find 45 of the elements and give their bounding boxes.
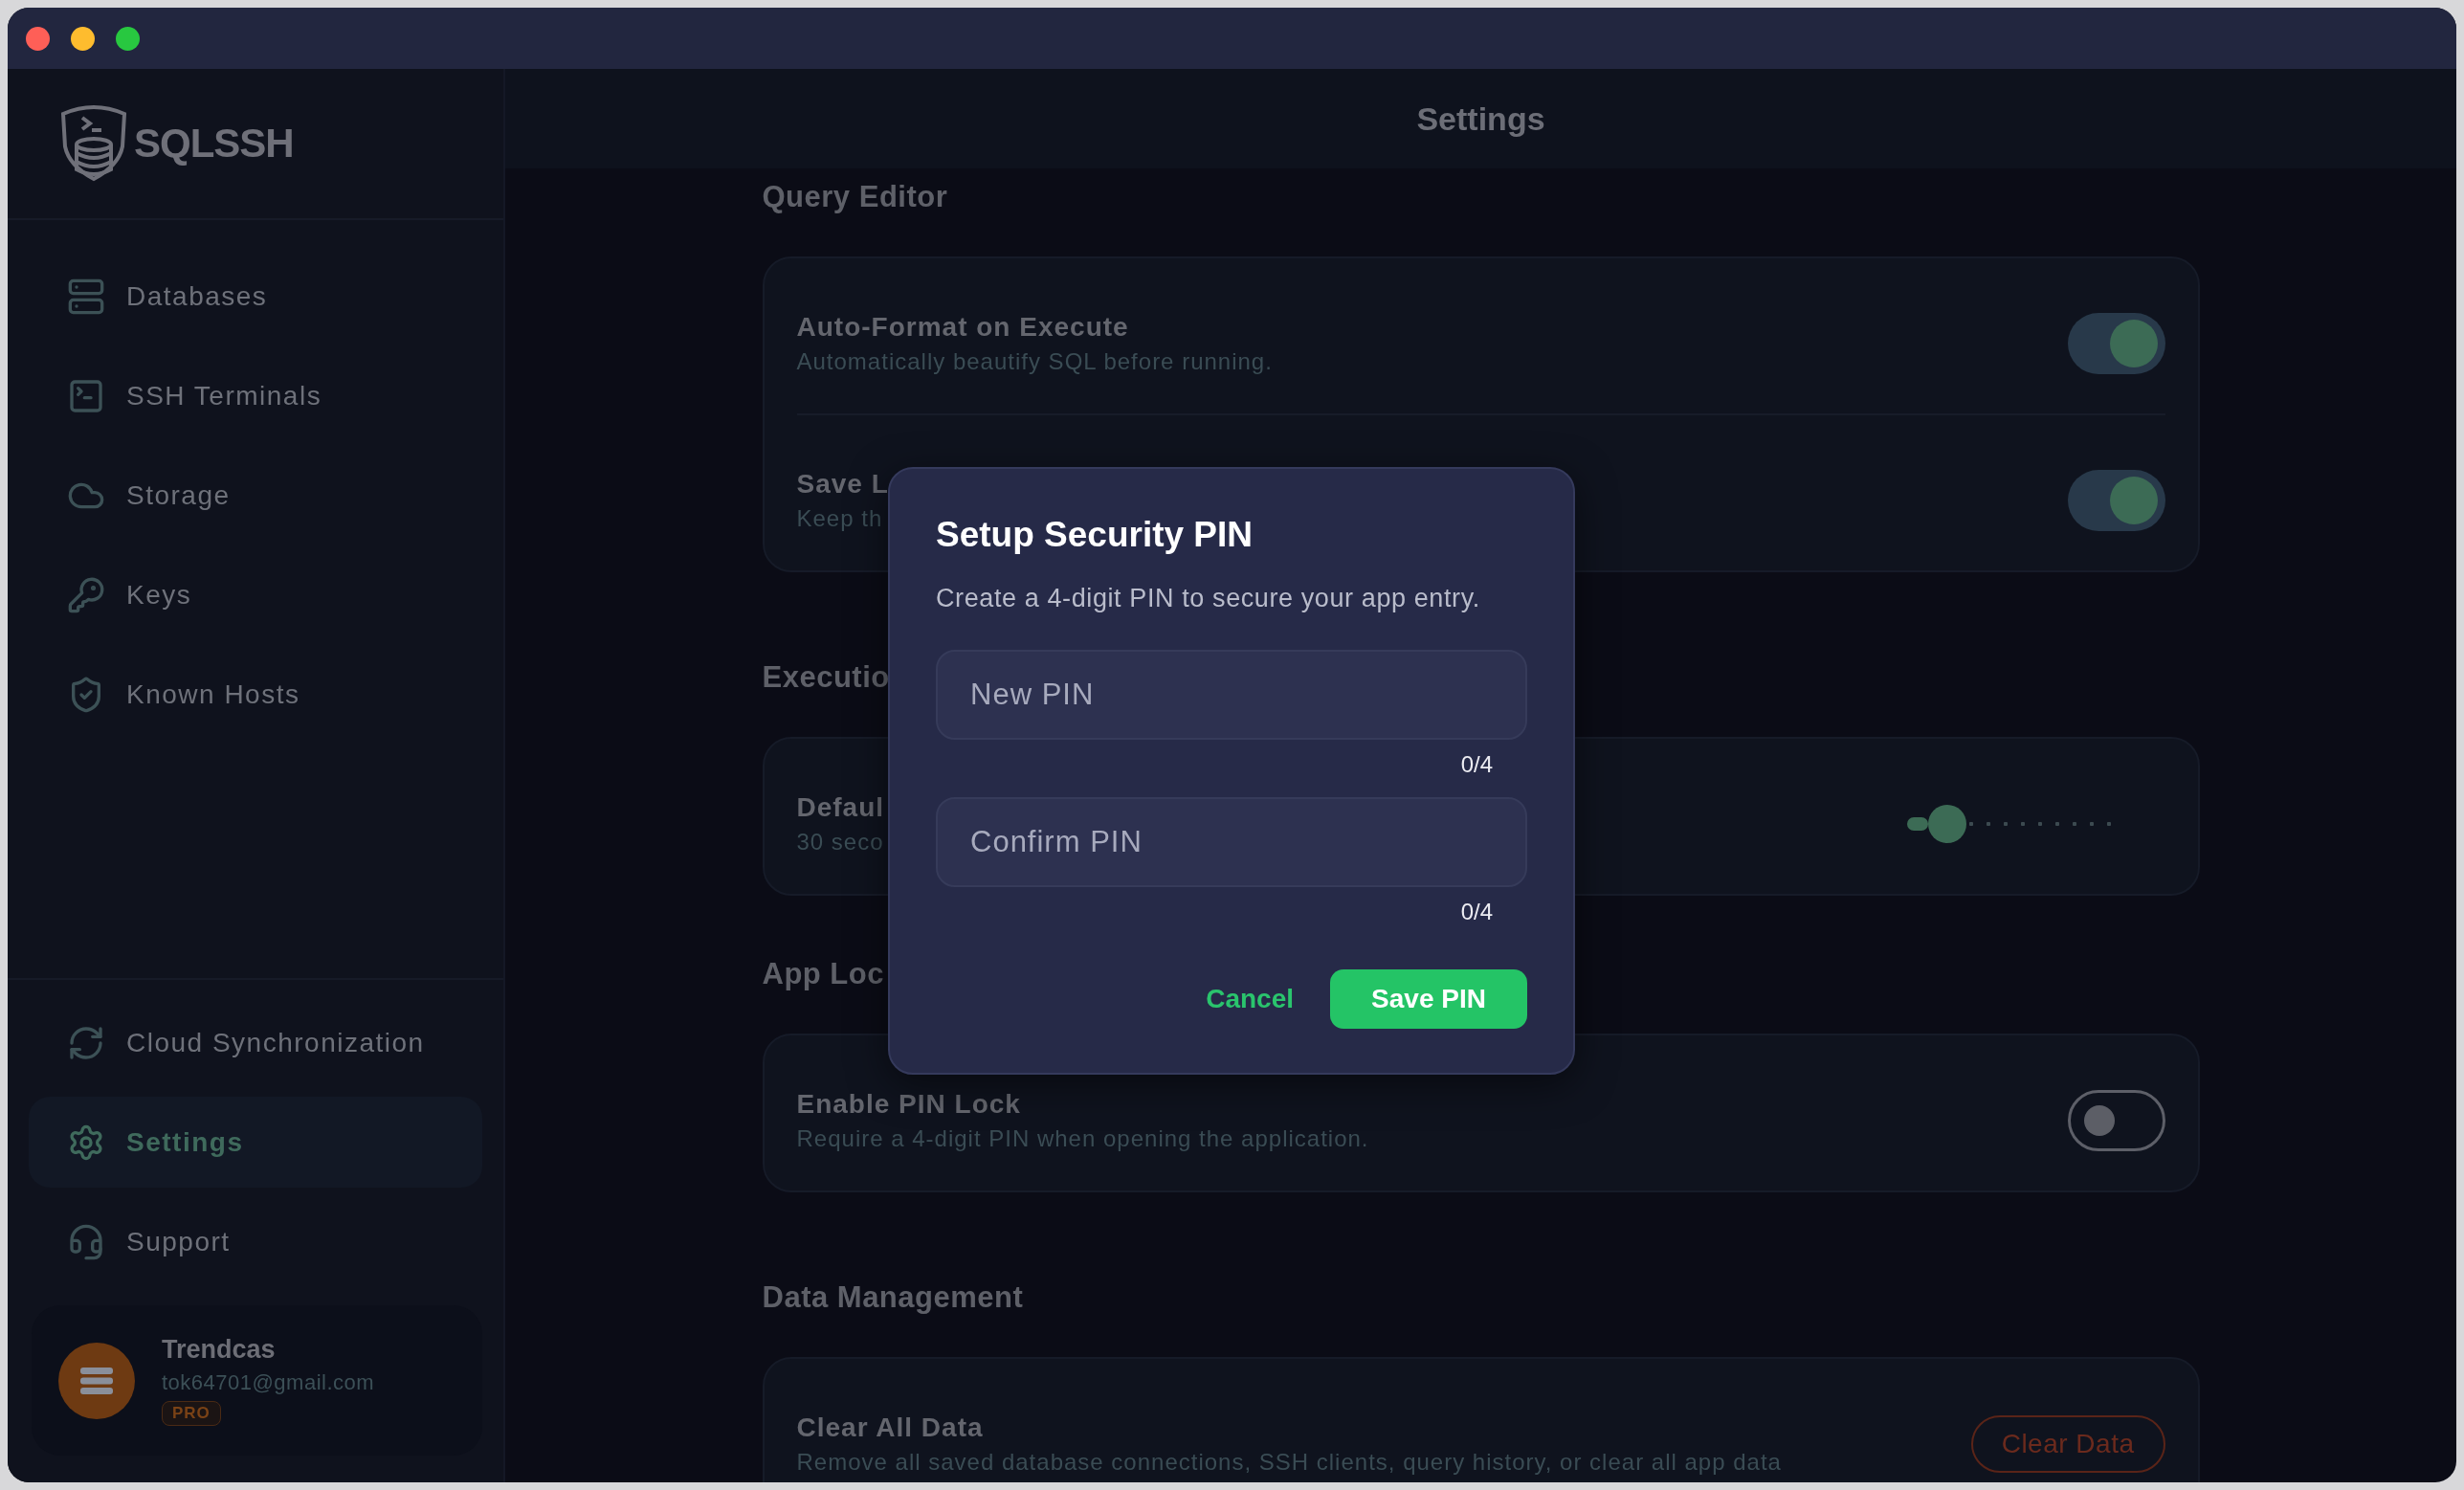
setting-title: Save L (796, 469, 889, 500)
setting-description: Require a 4-digit PIN when opening the application. (796, 1125, 1369, 1152)
section-title: App Loc (762, 957, 884, 991)
setting-description: Automatically beautify SQL before running. (796, 348, 1273, 375)
dialog-message: Create a 4-digit PIN to secure your app entry. (936, 584, 1481, 613)
sidebar-item[interactable]: Support (29, 1196, 482, 1287)
sidebar-item[interactable]: Known Hosts (29, 649, 482, 740)
pin-field[interactable]: Confirm PIN (936, 797, 1527, 887)
sidebar-item[interactable]: Storage (29, 450, 482, 541)
maximize-button[interactable] (116, 26, 140, 51)
character-counter: 0/4 (1460, 899, 1493, 925)
sidebar-item[interactable]: Databases (29, 251, 482, 342)
user-card[interactable]: Trendcas tok64701@gmail.com PRO (32, 1305, 482, 1456)
dialog-title: Setup Security PIN (936, 515, 1254, 555)
user-email: tok64701@gmail.com (162, 1370, 375, 1395)
toggle-switch[interactable] (2067, 1090, 2165, 1151)
settings-icon (67, 1123, 105, 1162)
headset-icon (67, 1222, 105, 1261)
plan-badge: PRO (162, 1401, 221, 1426)
setting-title: Enable PIN Lock (796, 1089, 1022, 1120)
server-icon (67, 277, 105, 316)
save-pin-button[interactable]: Save PIN (1330, 969, 1527, 1029)
setting-title: Clear All Data (796, 1412, 985, 1443)
stack-icon (79, 1366, 114, 1395)
section-title: Executio (762, 660, 890, 695)
slider-thumb[interactable] (1927, 805, 1966, 843)
setting-description: 30 seco (796, 829, 885, 856)
sidebar-item[interactable]: Cloud Synchronization (29, 997, 482, 1088)
user-name: Trendcas (162, 1335, 276, 1365)
sidebar-item[interactable]: SSH Terminals (29, 350, 482, 441)
close-button[interactable] (26, 26, 50, 51)
page-title: Settings (1416, 100, 1545, 138)
sidebar-item[interactable]: Settings (29, 1097, 482, 1188)
character-counter: 0/4 (1460, 751, 1493, 778)
setting-description: Remove all saved database connections, SSH clients, query history, or clear all app data (796, 1449, 1782, 1476)
setting-title: Auto-Format on Execute (796, 312, 1130, 343)
pin-field[interactable]: New PIN (936, 650, 1527, 740)
key-icon (67, 575, 105, 614)
section-title: Query Editor (762, 180, 948, 214)
logo-text: SQLSSH (134, 121, 294, 167)
section-title: Data Management (762, 1280, 1024, 1315)
cancel-button[interactable]: Cancel (1192, 972, 1307, 1026)
sidebar-item[interactable]: Keys (29, 549, 482, 640)
minimize-button[interactable] (71, 26, 95, 51)
setting-title: Defaul (796, 792, 885, 823)
